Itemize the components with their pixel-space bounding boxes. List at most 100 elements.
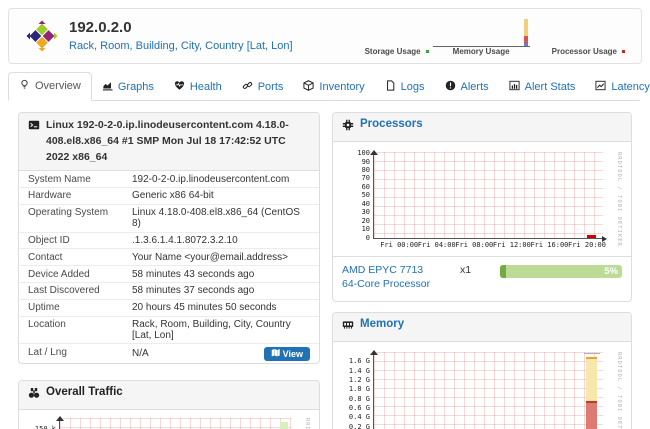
row-value: 192-0-2-0.ip.linodeusercontent.com [132,174,310,185]
y-axis-tick: 0 [340,235,370,242]
x-axis-tick: Fri 16:00 [530,241,568,249]
y-axis-tick: 1.6 G [340,358,370,365]
storage-usage-label: Storage Usage [365,47,421,56]
cpu-name-link[interactable]: AMD EPYC 7713 64-Core Processor [342,263,450,291]
cpu-usage-percent: 5% [604,265,618,278]
x-axis-tick: Fri 00:00 [380,241,418,249]
tab-ports[interactable]: Ports [232,74,294,101]
row-label: Device Added [28,269,132,280]
map-icon [271,348,280,359]
file-icon [385,80,396,94]
row-value: 20 hours 45 minutes 50 seconds [132,302,310,313]
table-row: LocationRack, Room, Building, City, Coun… [19,316,319,344]
overall-traffic-graph[interactable]: 150 k100 k50 k0Fri 00:00Fri 04:00Fri 08:… [25,412,313,429]
row-value: .1.3.6.1.4.1.8072.3.2.10 [132,235,310,246]
traffic-plot-area: 150 k100 k50 k0Fri 00:00Fri 04:00Fri 08:… [59,418,291,429]
processor-usage-label: Processor Usage [552,47,617,56]
table-row: Last Discovered58 minutes 37 seconds ago [19,282,319,299]
device-title: 192.0.2.0 [69,19,132,36]
memory-usage-spike [524,19,528,46]
y-axis-tick: 0.4 G [340,414,370,421]
row-label: Object ID [28,235,132,246]
link-icon [242,80,253,94]
row-label: Hardware [28,190,132,201]
y-axis-tick: 40 [340,201,370,208]
processors-title-link[interactable]: Processors [360,118,423,130]
processor-usage-minigraph[interactable]: Processor Usage [552,47,625,56]
left-column: Linux 192-0-2-0.ip.linodeusercontent.com… [18,112,320,429]
y-axis-tick: 60 [340,184,370,191]
tab-overview[interactable]: Overview [8,72,92,101]
right-column: Processors 1009080706050403020100Fri 00:… [332,112,632,429]
row-label: Contact [28,252,132,263]
processor-row: AMD EPYC 7713 64-Core Processor x1 5% [333,256,631,301]
system-description: Linux 192-0-2-0.ip.linodeusercontent.com… [46,118,310,165]
table-row: ContactYour Name <your@email.address> [19,248,319,265]
processors-plot-area: 1009080706050403020100Fri 00:00Fri 04:00… [373,152,603,239]
y-axis-tick: 90 [340,159,370,166]
system-info-table: System Name192-0-2-0.ip.linodeuserconten… [19,171,319,363]
y-axis-tick: 0.6 G [340,405,370,412]
memory-graph[interactable]: 1.6 G1.4 G1.2 G1.0 G0.8 G0.6 G0.4 G0.2 G… [339,346,625,429]
y-axis-tick: 30 [340,209,370,216]
tab-alerts[interactable]: Alerts [435,74,499,101]
y-axis-tick: 70 [340,175,370,182]
storage-usage-minigraph[interactable]: Storage Usage [365,47,429,56]
device-location-link[interactable]: Rack, Room, Building, City, Country [Lat… [69,40,293,52]
row-label: Uptime [28,302,132,313]
centos-logo-icon [26,20,58,52]
device-header: 192.0.2.0 Rack, Room, Building, City, Co… [8,8,642,64]
table-row: Object ID.1.3.6.1.4.1.8072.3.2.10 [19,232,319,249]
tab-bar: OverviewGraphsHealthPortsInventoryLogsAl… [8,72,650,100]
line-chart-icon [595,80,606,94]
area-chart-icon [102,80,113,94]
tab-bar-row: OverviewGraphsHealthPortsInventoryLogsAl… [8,72,640,101]
tab-alert-stats[interactable]: Alert Stats [499,74,586,101]
y-axis-tick: 100 [340,150,370,157]
tab-logs[interactable]: Logs [375,74,435,101]
row-value: Generic x86 64-bit [132,190,310,201]
row-label: Lat / Lng [28,347,132,361]
x-axis-tick: Fri 04:00 [418,241,456,249]
memory-title-link[interactable]: Memory [360,318,404,330]
rrdtool-watermark: RRDTOOL / TOBI OETIKER [304,418,310,429]
processors-header: Processors [333,113,631,142]
heartbeat-icon [174,80,185,94]
x-axis-tick: Fri 08:00 [455,241,493,249]
table-row: Lat / LngN/AView [19,343,319,363]
tab-inventory[interactable]: Inventory [293,74,374,101]
row-label: Last Discovered [28,285,132,296]
y-axis-tick: 1.4 G [340,368,370,375]
rrdtool-watermark: RRDTOOL / TOBI OETIKER [616,352,622,429]
overall-traffic-header: Overall Traffic [19,381,319,410]
processors-panel: Processors 1009080706050403020100Fri 00:… [332,112,632,302]
cpu-count: x1 [460,264,471,276]
y-axis-tick: 50 [340,192,370,199]
tab-health[interactable]: Health [164,74,232,101]
memory-stick-icon [342,318,354,336]
y-axis-tick: 0.2 G [340,424,370,429]
y-axis-tick: 80 [340,167,370,174]
y-axis-tick: 1.2 G [340,377,370,384]
tab-latency[interactable]: Latency [585,74,650,101]
view-location-button[interactable]: View [264,347,310,361]
processors-graph[interactable]: 1009080706050403020100Fri 00:00Fri 04:00… [339,146,625,252]
memory-plot-area: 1.6 G1.4 G1.2 G1.0 G0.8 G0.6 G0.4 G0.2 G… [373,352,603,429]
graph-mark [584,353,599,354]
tab-graphs[interactable]: Graphs [92,74,164,101]
graph-mark [587,235,596,238]
overall-traffic-panel: Overall Traffic 150 k100 k50 k0Fri 00:00… [18,380,320,429]
processor-usage-mark [622,50,625,53]
system-info-header: Linux 192-0-2-0.ip.linodeusercontent.com… [19,113,319,171]
storage-usage-mark [426,50,429,53]
graph-mark [586,357,597,359]
rrdtool-watermark: RRDTOOL / TOBI OETIKER [616,152,622,247]
row-value: 58 minutes 37 seconds ago [132,285,310,296]
librenms-device-overview-page: 192.0.2.0 Rack, Room, Building, City, Co… [0,0,650,429]
table-row: Device Added58 minutes 43 seconds ago [19,265,319,282]
row-value: 58 minutes 43 seconds ago [132,269,310,280]
usage-graphs-strip: Storage Usage Memory Usage Processor Usa… [365,16,625,56]
binoculars-icon [28,386,40,404]
memory-usage-minigraph[interactable]: Memory Usage [433,16,530,56]
row-label: System Name [28,174,132,185]
